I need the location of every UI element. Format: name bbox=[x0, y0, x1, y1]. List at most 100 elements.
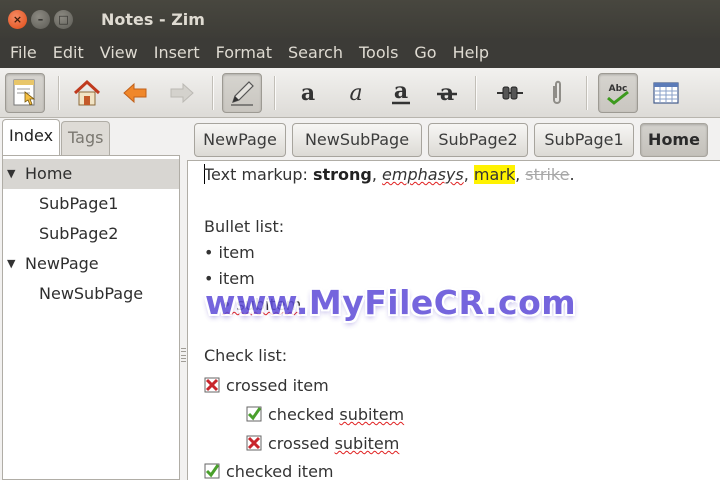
strong-text: strong bbox=[312, 165, 372, 184]
close-window-button[interactable]: × bbox=[8, 9, 27, 29]
watermark-text: www.MyFileCR.com bbox=[205, 283, 577, 322]
toggle-index-button[interactable] bbox=[5, 73, 45, 113]
underline-button[interactable]: a bbox=[381, 73, 421, 113]
minimize-window-button[interactable]: – bbox=[31, 9, 50, 29]
toolbar-separator bbox=[212, 76, 213, 110]
strikethrough-icon: a bbox=[437, 80, 457, 106]
check-item-label: checked bbox=[268, 405, 340, 424]
check-heading: Check list: bbox=[204, 346, 288, 365]
bullet-item: • item bbox=[204, 243, 255, 262]
calendar-button[interactable] bbox=[646, 73, 686, 113]
back-button[interactable] bbox=[115, 73, 155, 113]
menu-bar: File Edit View Insert Format Search Tool… bbox=[0, 38, 720, 68]
checked-checkbox-icon[interactable] bbox=[204, 463, 220, 479]
toolbar-separator bbox=[58, 76, 59, 110]
emphasis-text: emphasys bbox=[382, 165, 464, 184]
page-index-tree: ▼ Home SubPage1 SubPage2 ▼ NewPage NewSu… bbox=[2, 155, 180, 480]
tree-item-label: NewSubPage bbox=[39, 284, 144, 303]
link-icon bbox=[497, 86, 523, 100]
tree-item-newpage[interactable]: ▼ NewPage bbox=[3, 249, 179, 279]
check-item-label-misspelled: subitem bbox=[334, 434, 400, 453]
window-controls: × – □ bbox=[8, 9, 73, 29]
insert-link-button[interactable] bbox=[490, 73, 530, 113]
crossed-checkbox-icon[interactable] bbox=[246, 435, 262, 451]
marked-text: mark bbox=[473, 165, 516, 184]
spellcheck-icon: Abc bbox=[607, 84, 629, 105]
calendar-icon bbox=[653, 82, 679, 104]
tree-item-subpage1[interactable]: SubPage1 bbox=[3, 189, 179, 219]
tree-item-label: Home bbox=[25, 164, 73, 183]
path-button-subpage2[interactable]: SubPage2 bbox=[428, 123, 528, 157]
menu-insert[interactable]: Insert bbox=[146, 38, 208, 68]
underline-glyph: a bbox=[394, 78, 408, 104]
checked-checkbox-icon[interactable] bbox=[246, 406, 262, 422]
tab-index[interactable]: Index bbox=[2, 119, 61, 155]
strikethrough-button[interactable]: a bbox=[427, 73, 467, 113]
crossed-checkbox-icon[interactable] bbox=[204, 377, 220, 393]
bullet-heading: Bullet list: bbox=[204, 217, 285, 236]
italic-icon: a bbox=[349, 81, 362, 106]
italic-glyph: a bbox=[349, 81, 362, 106]
check-item: crossed subitem bbox=[246, 432, 399, 456]
toolbar: a a a a Abc bbox=[0, 68, 720, 118]
line-end: . bbox=[569, 165, 575, 184]
check-item-label: checked item bbox=[226, 462, 334, 480]
spellcheck-button[interactable]: Abc bbox=[598, 73, 638, 113]
window-title: Notes - Zim bbox=[101, 9, 205, 29]
tree-item-label: SubPage2 bbox=[39, 224, 119, 243]
toolbar-separator bbox=[274, 76, 275, 110]
bold-icon: a bbox=[301, 80, 315, 106]
menu-view[interactable]: View bbox=[92, 38, 146, 68]
maximize-window-button[interactable]: □ bbox=[54, 9, 73, 29]
path-button-newpage[interactable]: NewPage bbox=[194, 123, 286, 157]
check-item: checked item bbox=[204, 460, 334, 480]
menu-tools[interactable]: Tools bbox=[351, 38, 406, 68]
title-bar: × – □ Notes - Zim bbox=[0, 0, 720, 38]
tree-item-newsubpage[interactable]: NewSubPage bbox=[3, 279, 179, 309]
path-button-subpage1[interactable]: SubPage1 bbox=[534, 123, 634, 157]
tree-item-subpage2[interactable]: SubPage2 bbox=[3, 219, 179, 249]
side-pane-tabs: Index Tags bbox=[2, 119, 111, 155]
back-arrow-icon bbox=[123, 82, 147, 104]
markup-line: Text markup: strong, emphasys, mark, str… bbox=[204, 163, 575, 187]
edit-mode-button[interactable] bbox=[222, 73, 262, 113]
edit-pencil-icon bbox=[231, 81, 254, 106]
underline-icon: a bbox=[392, 78, 410, 105]
menu-format[interactable]: Format bbox=[208, 38, 280, 68]
forward-arrow-icon bbox=[170, 82, 194, 104]
check-item-label-misspelled: subitem bbox=[339, 405, 405, 424]
tab-tags[interactable]: Tags bbox=[61, 121, 111, 155]
toolbar-separator bbox=[586, 76, 587, 110]
bold-button[interactable]: a bbox=[288, 73, 328, 113]
spellcheck-glyph: Abc bbox=[609, 84, 628, 94]
home-icon bbox=[73, 79, 101, 106]
forward-button[interactable] bbox=[162, 73, 202, 113]
attach-file-button[interactable] bbox=[537, 73, 577, 113]
strike-text: strike bbox=[525, 165, 570, 184]
path-button-newsubpage[interactable]: NewSubPage bbox=[292, 123, 422, 157]
menu-help[interactable]: Help bbox=[445, 38, 497, 68]
tree-item-home[interactable]: ▼ Home bbox=[3, 159, 179, 189]
home-button[interactable] bbox=[67, 73, 107, 113]
check-item-label: crossed bbox=[268, 434, 335, 453]
menu-file[interactable]: File bbox=[2, 38, 45, 68]
path-button-home[interactable]: Home bbox=[640, 123, 708, 157]
check-item-label: crossed item bbox=[226, 376, 329, 395]
expander-down-icon[interactable]: ▼ bbox=[7, 159, 15, 189]
separator: , bbox=[371, 165, 383, 184]
bold-glyph: a bbox=[301, 80, 315, 106]
italic-button[interactable]: a bbox=[336, 73, 376, 113]
menu-search[interactable]: Search bbox=[280, 38, 351, 68]
attach-icon bbox=[553, 80, 561, 104]
check-item: checked subitem bbox=[246, 403, 404, 427]
page-icon bbox=[13, 79, 36, 106]
menu-edit[interactable]: Edit bbox=[45, 38, 92, 68]
tree-item-label: SubPage1 bbox=[39, 194, 119, 213]
expander-down-icon[interactable]: ▼ bbox=[7, 249, 15, 279]
toolbar-separator bbox=[475, 76, 476, 110]
menu-go[interactable]: Go bbox=[406, 38, 444, 68]
separator: , bbox=[463, 165, 474, 184]
markup-prefix: Text markup: bbox=[204, 165, 313, 184]
check-item: crossed item bbox=[204, 374, 329, 398]
pane-resize-grip[interactable] bbox=[181, 348, 186, 362]
